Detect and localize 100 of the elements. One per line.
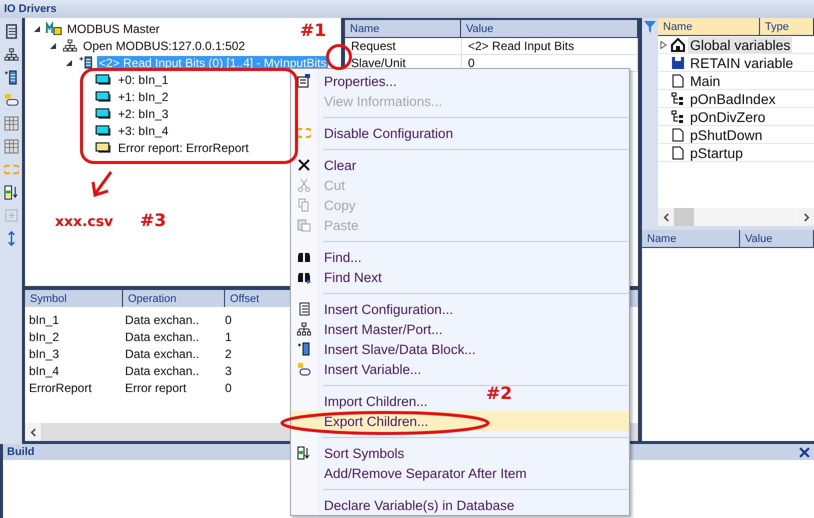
table-cell-text: 1 [224, 330, 233, 344]
annotation-label: #2 [486, 384, 512, 404]
menu-item[interactable]: Declare Variable(s) in Database [291, 495, 522, 515]
expand-arrow-icon[interactable] [660, 40, 666, 48]
table-cell-text: bIn_4 [28, 364, 60, 378]
table-icon[interactable] [4, 116, 18, 131]
variable-tree-item[interactable]: Main [688, 72, 722, 88]
sort-icon [297, 446, 311, 460]
scroll-left-icon[interactable] [30, 428, 36, 436]
tree-item[interactable]: Error report: ErrorReport [116, 140, 251, 154]
column-header[interactable]: Value [461, 20, 638, 37]
horizontal-scrollbar[interactable] [658, 208, 814, 226]
arrow-icon [90, 170, 114, 198]
hierarchy-icon [671, 92, 685, 106]
menu-item[interactable]: Sort Symbols [291, 443, 412, 463]
home-icon [671, 38, 685, 52]
variable-tree-item[interactable]: RETAIN variable [688, 54, 796, 70]
panel-title: Build [7, 446, 34, 458]
configuration-icon[interactable] [4, 24, 18, 39]
bit-icon [95, 124, 111, 137]
list-icon [297, 342, 311, 356]
table-cell-text: Data exchan.. [124, 364, 200, 378]
table-cell: Request [345, 38, 462, 54]
bit-icon [95, 73, 111, 86]
table-cell-text: Data exchan.. [124, 346, 200, 360]
tree-item[interactable]: +3: bIn_4 [116, 124, 170, 138]
network-icon [297, 322, 311, 336]
error-report-icon [95, 141, 111, 154]
variable-tree-item[interactable]: pShutDown [688, 126, 764, 142]
menu-item[interactable]: Insert Configuration... [291, 299, 462, 319]
bit-icon [95, 107, 111, 120]
expand-arrow-icon[interactable] [33, 24, 43, 32]
annotation-label: #1 [300, 21, 326, 41]
expand-arrow-icon[interactable] [49, 42, 59, 50]
table-cell-text: Data exchan.. [124, 312, 200, 326]
table-cell-text: Data exchan.. [124, 330, 200, 344]
table-cell-text: ErrorReport [28, 380, 93, 394]
menu-item[interactable]: Find Next [291, 267, 390, 287]
sort-icon[interactable] [4, 185, 18, 200]
annotation-label: xxx.csv [55, 214, 114, 230]
table-cell-text: Error report [124, 380, 188, 394]
highlight-circle [326, 44, 352, 70]
variable-tree-item[interactable]: pStartup [688, 144, 745, 160]
column-header[interactable]: Symbol [25, 290, 123, 307]
column-header[interactable]: Operation [123, 290, 225, 307]
menu-item[interactable]: Insert Variable... [291, 359, 430, 379]
menu-item[interactable]: Find... [291, 247, 370, 267]
document-icon [671, 128, 685, 142]
hierarchy-icon [671, 110, 685, 124]
table-cell-text: 3 [224, 364, 233, 378]
scroll-right-icon[interactable] [802, 212, 810, 222]
variable-icon[interactable] [4, 93, 18, 108]
menu-item[interactable]: Clear [291, 155, 364, 175]
panel-title: IO Drivers [4, 3, 57, 15]
variable-tree-item[interactable]: pOnDivZero [688, 108, 768, 124]
variable-tree-item[interactable]: Global variables [688, 36, 792, 52]
annotation-label: #3 [140, 211, 166, 231]
column-header[interactable]: Name [642, 230, 740, 247]
column-header[interactable]: Name [658, 18, 760, 35]
network-icon[interactable] [4, 47, 18, 62]
expand-arrow-icon[interactable] [65, 58, 75, 66]
menu-item[interactable]: Insert Slave/Data Block... [291, 339, 484, 359]
table-cell-text: 0 [224, 380, 233, 394]
close-icon[interactable] [799, 446, 810, 458]
table-cell-text: 0 [224, 312, 233, 326]
tree-item[interactable]: +2: bIn_3 [116, 106, 170, 120]
list-icon [78, 56, 94, 69]
table-cell-text: bIn_3 [28, 346, 60, 360]
document-icon [671, 74, 685, 88]
scrollbar-thumb[interactable] [674, 208, 694, 226]
menu-item[interactable]: Add/Remove Separator After Item [291, 463, 535, 483]
binoculars-icon [297, 250, 311, 264]
scroll-left-icon[interactable] [662, 212, 670, 222]
column-header[interactable]: Type [760, 18, 814, 35]
table-icon[interactable] [4, 139, 18, 154]
properties-icon [297, 74, 311, 88]
clear-icon [297, 158, 311, 172]
tree-item[interactable]: MODBUS Master [65, 22, 162, 36]
column-header[interactable]: Value [740, 230, 814, 247]
menu-item[interactable]: Disable Configuration [291, 123, 462, 143]
paste-icon [297, 218, 311, 232]
copy-icon [297, 198, 311, 212]
tree-item[interactable]: Open MODBUS:127.0.0.1:502 [81, 38, 248, 52]
menu-item[interactable]: Import Children... [291, 391, 436, 411]
table-cell-text: bIn_1 [28, 312, 60, 326]
list-icon[interactable] [4, 70, 18, 85]
document-icon [671, 146, 685, 160]
tree-item[interactable]: +0: bIn_1 [116, 72, 170, 86]
table-cell-text: 2 [224, 346, 233, 360]
table-cell-text: bIn_2 [28, 330, 60, 344]
binoculars-icon [297, 270, 311, 284]
column-header[interactable]: Name [345, 20, 461, 37]
menu-item[interactable]: Insert Master/Port... [291, 319, 451, 339]
filter-icon[interactable] [644, 21, 656, 33]
table-cell: <2> Read Input Bits [462, 38, 638, 54]
tree-item[interactable]: +1: bIn_2 [116, 90, 170, 104]
master-icon [46, 22, 62, 35]
variable-tree-item[interactable]: pOnBadIndex [688, 90, 778, 106]
menu-item[interactable]: Properties... [291, 71, 405, 91]
scissors-icon [297, 178, 311, 192]
